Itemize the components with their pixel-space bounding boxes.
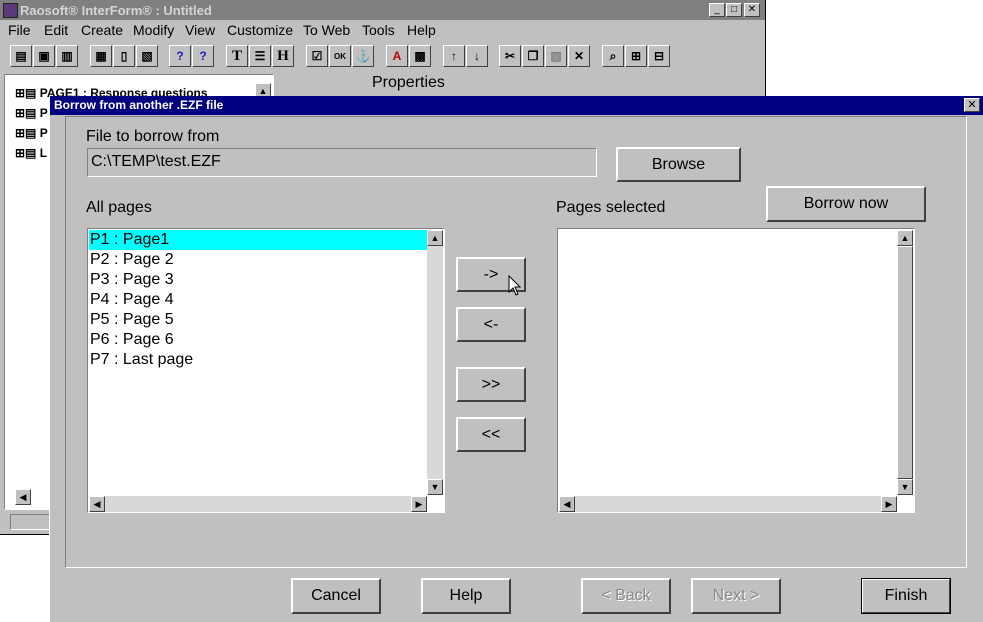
cancel-button[interactable]: Cancel	[291, 578, 381, 614]
expand-icon[interactable]: ⊞▤	[15, 106, 40, 120]
next-button[interactable]: Next >	[691, 578, 781, 614]
status-bar	[10, 514, 50, 530]
dialog-titlebar[interactable]: Borrow from another .EZF file ✕	[50, 96, 983, 115]
mouse-cursor-icon	[508, 275, 522, 296]
expand-icon[interactable]: ⊞▤	[15, 126, 40, 140]
font-color-icon[interactable]: A	[386, 45, 408, 67]
file-path-field[interactable]: C:\TEMP\test.EZF	[87, 148, 597, 177]
list-item[interactable]: P3 : Page 3	[89, 270, 427, 290]
tree-item[interactable]: ⊞▤ P	[15, 126, 48, 140]
file-label: File to borrow from	[86, 128, 220, 145]
anchor-icon[interactable]: ⚓	[352, 45, 374, 67]
menu-create[interactable]: Create	[81, 22, 123, 38]
properties-label: Properties	[372, 74, 445, 91]
vertical-scrollbar[interactable]: ▲ ▼	[897, 230, 913, 495]
ok-button-icon[interactable]: OK	[329, 45, 351, 67]
move-up-icon[interactable]: ↑	[443, 45, 465, 67]
open-icon[interactable]: ▤	[10, 45, 32, 67]
menu-file[interactable]: File	[8, 22, 31, 38]
close-icon[interactable]: ✕	[964, 98, 980, 112]
finish-button[interactable]: Finish	[861, 578, 951, 614]
scroll-down-icon[interactable]: ▼	[427, 479, 443, 495]
menu-edit[interactable]: Edit	[44, 22, 68, 38]
expand-icon[interactable]: ⊞▤	[15, 146, 40, 160]
tree-item[interactable]: ⊞▤ P	[15, 106, 48, 120]
all-pages-label: All pages	[86, 199, 152, 216]
spell-icon[interactable]: ?	[169, 45, 191, 67]
horizontal-scrollbar[interactable]: ◀ ▶	[89, 496, 427, 512]
scroll-up-icon[interactable]: ▲	[427, 230, 443, 246]
toolbar: ▤ ▣ ▥ ▦ ▯ ▧ ? ? T ☰ H ☑ OK ⚓ A ▩ ↑ ↓ ✂ ❐…	[2, 42, 764, 72]
move-down-icon[interactable]: ↓	[466, 45, 488, 67]
text-icon[interactable]: T	[226, 45, 248, 67]
minimize-icon[interactable]: _	[709, 3, 725, 17]
menu-to-web[interactable]: To Web	[303, 22, 350, 38]
form-properties-icon[interactable]: ▩	[409, 45, 431, 67]
expand-icon[interactable]: ⊞	[625, 45, 647, 67]
pages-selected-list[interactable]: ▲ ▼ ◀ ▶	[557, 228, 915, 513]
page-icon[interactable]: ▦	[90, 45, 112, 67]
scroll-left-icon[interactable]: ◀	[559, 496, 575, 512]
list-icon[interactable]: ☰	[249, 45, 271, 67]
tree-item[interactable]: ⊞▤ L	[15, 146, 47, 160]
dialog-group-frame: File to borrow from C:\TEMP\test.EZF Bro…	[65, 116, 967, 568]
new-page-icon[interactable]: ▯	[113, 45, 135, 67]
list-item[interactable]: P4 : Page 4	[89, 290, 427, 310]
back-button[interactable]: < Back	[581, 578, 671, 614]
expand-icon[interactable]: ⊞▤	[15, 86, 40, 100]
list-item[interactable]: P7 : Last page	[89, 350, 427, 370]
heading-icon[interactable]: H	[272, 45, 294, 67]
vertical-scrollbar[interactable]: ▲ ▼	[427, 230, 443, 495]
app-titlebar[interactable]: Raosoft® InterForm® : Untitled _ □ ✕	[0, 0, 765, 20]
browse-button[interactable]: Browse	[616, 147, 741, 182]
menu-tools[interactable]: Tools	[362, 22, 395, 38]
close-icon[interactable]: ✕	[744, 3, 760, 17]
menu-customize[interactable]: Customize	[227, 22, 293, 38]
scroll-left-icon[interactable]: ◀	[15, 489, 31, 505]
remove-page-button[interactable]: <-	[456, 307, 526, 342]
copy-icon[interactable]: ❐	[522, 45, 544, 67]
preview-icon[interactable]: ⌕	[602, 45, 624, 67]
paste-icon[interactable]: ▨	[545, 45, 567, 67]
menu-view[interactable]: View	[185, 22, 215, 38]
app-title: Raosoft® InterForm® : Untitled	[20, 3, 212, 18]
scroll-up-icon[interactable]: ▲	[897, 230, 913, 246]
delete-icon[interactable]: ✕	[568, 45, 590, 67]
scroll-right-icon[interactable]: ▶	[881, 496, 897, 512]
list-item[interactable]: P6 : Page 6	[89, 330, 427, 350]
scroll-left-icon[interactable]: ◀	[89, 496, 105, 512]
pages-selected-label: Pages selected	[556, 199, 666, 216]
print-icon[interactable]: ▥	[56, 45, 78, 67]
list-item[interactable]: P1 : Page1	[89, 230, 427, 250]
borrow-now-button[interactable]: Borrow now	[766, 186, 926, 222]
save-icon[interactable]: ▣	[33, 45, 55, 67]
cut-icon[interactable]: ✂	[499, 45, 521, 67]
maximize-icon[interactable]: □	[726, 3, 742, 17]
scroll-thumb[interactable]	[897, 246, 913, 479]
copy-page-icon[interactable]: ▧	[136, 45, 158, 67]
remove-all-button[interactable]: <<	[456, 417, 526, 452]
dialog-title: Borrow from another .EZF file	[54, 98, 224, 112]
list-item[interactable]: P5 : Page 5	[89, 310, 427, 330]
menu-modify[interactable]: Modify	[133, 22, 174, 38]
collapse-icon[interactable]: ⊟	[648, 45, 670, 67]
wizard-icon[interactable]: ?	[192, 45, 214, 67]
all-pages-list[interactable]: P1 : Page1 P2 : Page 2 P3 : Page 3 P4 : Pag…	[87, 228, 445, 513]
checkbox-icon[interactable]: ☑	[306, 45, 328, 67]
help-button[interactable]: Help	[421, 578, 511, 614]
list-item[interactable]: P2 : Page 2	[89, 250, 427, 270]
app-logo-icon	[3, 3, 18, 18]
borrow-dialog: Borrow from another .EZF file ✕ File to …	[49, 96, 983, 622]
add-all-button[interactable]: >>	[456, 367, 526, 402]
scroll-down-icon[interactable]: ▼	[897, 479, 913, 495]
menu-help[interactable]: Help	[407, 22, 436, 38]
scroll-right-icon[interactable]: ▶	[411, 496, 427, 512]
menu-bar: File Edit Create Modify View Customize T…	[0, 20, 765, 40]
horizontal-scrollbar[interactable]: ◀ ▶	[559, 496, 897, 512]
